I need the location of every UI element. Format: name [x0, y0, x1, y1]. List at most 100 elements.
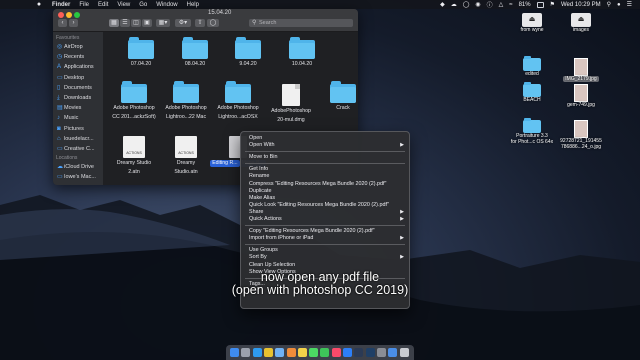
- image-thumbnail-icon: [574, 58, 588, 76]
- ring-status-icon[interactable]: ◯: [463, 1, 470, 8]
- notification-center-icon[interactable]: ☰: [627, 1, 632, 8]
- zoom-button[interactable]: [74, 12, 80, 18]
- icon-view-button[interactable]: ▦: [109, 19, 119, 27]
- finder-icon[interactable]: [230, 348, 239, 357]
- spotlight-icon[interactable]: ⚲: [607, 1, 611, 8]
- launchpad-icon[interactable]: [241, 348, 251, 357]
- notes-icon[interactable]: [297, 348, 307, 357]
- context-menu-item[interactable]: Quick Look "Editing Resources Mega Bundl…: [241, 202, 409, 209]
- sidebar-item-fav-2[interactable]: A Applications: [53, 62, 103, 72]
- close-button[interactable]: [58, 12, 64, 18]
- sidebar-item-fav-3[interactable]: ▭Desktop: [53, 73, 103, 83]
- desktop-item[interactable]: ⏏ images: [551, 13, 611, 33]
- siri-icon[interactable]: ●: [617, 2, 621, 8]
- back-button[interactable]: ‹: [58, 19, 67, 27]
- minimize-button[interactable]: [66, 12, 72, 18]
- airplay-icon[interactable]: △: [499, 1, 504, 8]
- battery-percent[interactable]: 81%: [519, 2, 531, 8]
- context-menu-item[interactable]: Clean Up Selection: [241, 262, 409, 269]
- file-item[interactable]: 9.04.20: [220, 37, 276, 68]
- flag-icon[interactable]: ⚑: [550, 1, 555, 8]
- menu-item-help[interactable]: Help: [187, 2, 199, 8]
- context-menu-item[interactable]: Quick Actions ▶: [241, 216, 409, 223]
- file-item[interactable]: 10.04.20: [274, 37, 330, 68]
- share-icon[interactable]: ⇧: [195, 19, 205, 27]
- sidebar-item-label: Desktop: [64, 74, 85, 81]
- list-view-button[interactable]: ☰: [120, 19, 130, 27]
- desktop-item[interactable]: gem-749.jpg: [551, 84, 611, 108]
- sidebar-item-fav-7[interactable]: ♪ Music: [53, 113, 103, 123]
- sidebar-item-fav-1[interactable]: ◷ Recents: [53, 52, 103, 62]
- action-gear-icon[interactable]: ⚙▾: [175, 19, 191, 27]
- battery-icon[interactable]: [536, 1, 544, 8]
- file-item[interactable]: Adobe Photoshop Lightroo...acOSX: [210, 81, 266, 120]
- trash-icon[interactable]: [399, 348, 409, 357]
- file-item[interactable]: ACTIONS Dreamy Studio.atn: [158, 136, 214, 175]
- sidebar-item-fav-10[interactable]: ▭Creative C...: [53, 144, 103, 154]
- context-menu-item[interactable]: Compress "Editing Resources Mega Bundle …: [241, 181, 409, 188]
- downloads-stack-icon[interactable]: [388, 348, 398, 357]
- sidebar-item-fav-6[interactable]: ▤Movies: [53, 103, 103, 113]
- sidebar-item-fav-5[interactable]: ⤓ Downloads: [53, 93, 103, 103]
- photoshop-icon[interactable]: [365, 348, 375, 357]
- context-menu-item[interactable]: Rename: [241, 173, 409, 180]
- file-item[interactable]: AdobePhotoshop 20-mul.dmg: [263, 84, 319, 123]
- photos-icon[interactable]: [286, 348, 296, 357]
- context-menu-item[interactable]: Share ▶: [241, 209, 409, 216]
- context-menu-item[interactable]: Use Groups: [241, 247, 409, 254]
- system-preferences-icon[interactable]: [376, 348, 386, 357]
- sidebar-item-fav-0[interactable]: ◎ AirDrop: [53, 42, 103, 52]
- sidebar-item-fav-8[interactable]: ◙ Pictures: [53, 124, 103, 134]
- file-item[interactable]: 07.04.20: [113, 37, 169, 68]
- menu-item-window[interactable]: Window: [156, 2, 177, 8]
- music-icon: ♪: [57, 115, 60, 122]
- safari-icon[interactable]: [252, 348, 262, 357]
- file-item[interactable]: 08.04.20: [167, 37, 223, 68]
- screen-record-icon[interactable]: ◉: [475, 1, 480, 8]
- context-menu-item[interactable]: Make Alias: [241, 195, 409, 202]
- menu-item-file[interactable]: File: [79, 2, 89, 8]
- context-menu-item[interactable]: Copy "Editing Resources Mega Bundle 2020…: [241, 228, 409, 235]
- dropbox-icon[interactable]: ◆: [440, 1, 445, 8]
- clock[interactable]: Wed 10:29 PM: [561, 2, 601, 8]
- group-by-button[interactable]: ▦▾: [156, 19, 170, 27]
- desktop-icon: ▭: [57, 74, 63, 81]
- messages-icon[interactable]: [309, 348, 319, 357]
- context-menu-item[interactable]: Duplicate: [241, 188, 409, 195]
- sidebar-item-fav-9[interactable]: ⌂ louedelacr...: [53, 134, 103, 144]
- context-menu-item[interactable]: Move to Bin: [241, 154, 409, 161]
- sidebar-item-loc-0[interactable]: ☁iCloud Drive: [53, 162, 103, 172]
- file-item[interactable]: ACTIONS Dreamy Studio 2.atn: [106, 136, 162, 175]
- file-item[interactable]: Adobe Photoshop CC 201...ackzSoft): [106, 81, 162, 120]
- context-menu-item[interactable]: Open: [241, 135, 409, 142]
- menu-item-edit[interactable]: Edit: [98, 2, 108, 8]
- search-input[interactable]: ⚲ Search: [249, 19, 353, 27]
- app-store-icon[interactable]: [343, 348, 352, 357]
- menu-item-view[interactable]: View: [117, 2, 130, 8]
- context-menu-item[interactable]: Get Info: [241, 166, 409, 173]
- wifi-icon[interactable]: ≈: [509, 2, 512, 8]
- sidebar-item-loc-1[interactable]: ▭Iowe's Mac...: [53, 172, 103, 182]
- file-item[interactable]: Adobe Photoshop Lightroo...22 Mac: [158, 81, 214, 120]
- gallery-view-button[interactable]: ▣: [142, 19, 152, 27]
- info-icon[interactable]: ⓘ: [487, 0, 493, 9]
- cloud-status-icon[interactable]: ☁: [451, 1, 457, 8]
- context-menu-item[interactable]: Sort By ▶: [241, 254, 409, 261]
- menu-item-go[interactable]: Go: [139, 2, 147, 8]
- music-icon[interactable]: [331, 348, 341, 357]
- lightroom-icon[interactable]: [354, 348, 364, 357]
- context-menu-item[interactable]: Import from iPhone or iPad ▶: [241, 235, 409, 242]
- menu-item-finder[interactable]: Finder: [52, 2, 70, 8]
- apple-menu-icon[interactable]: ●: [34, 1, 44, 8]
- context-menu-item[interactable]: Open With ▶: [241, 142, 409, 149]
- desktop-item[interactable]: 92728721_191455 786886...24_o.jpg: [551, 120, 611, 150]
- column-view-button[interactable]: ◫: [131, 19, 141, 27]
- facetime-icon[interactable]: [320, 348, 330, 357]
- mail-icon[interactable]: [275, 348, 285, 357]
- forward-button[interactable]: ›: [69, 19, 78, 27]
- tag-icon[interactable]: ◯: [207, 19, 219, 27]
- sidebar-item-fav-4[interactable]: ▯ Documents: [53, 83, 103, 93]
- chrome-icon[interactable]: [263, 348, 273, 357]
- desktop-item[interactable]: IMG_2179.jpg: [551, 58, 611, 82]
- file-item[interactable]: Crack: [315, 81, 358, 112]
